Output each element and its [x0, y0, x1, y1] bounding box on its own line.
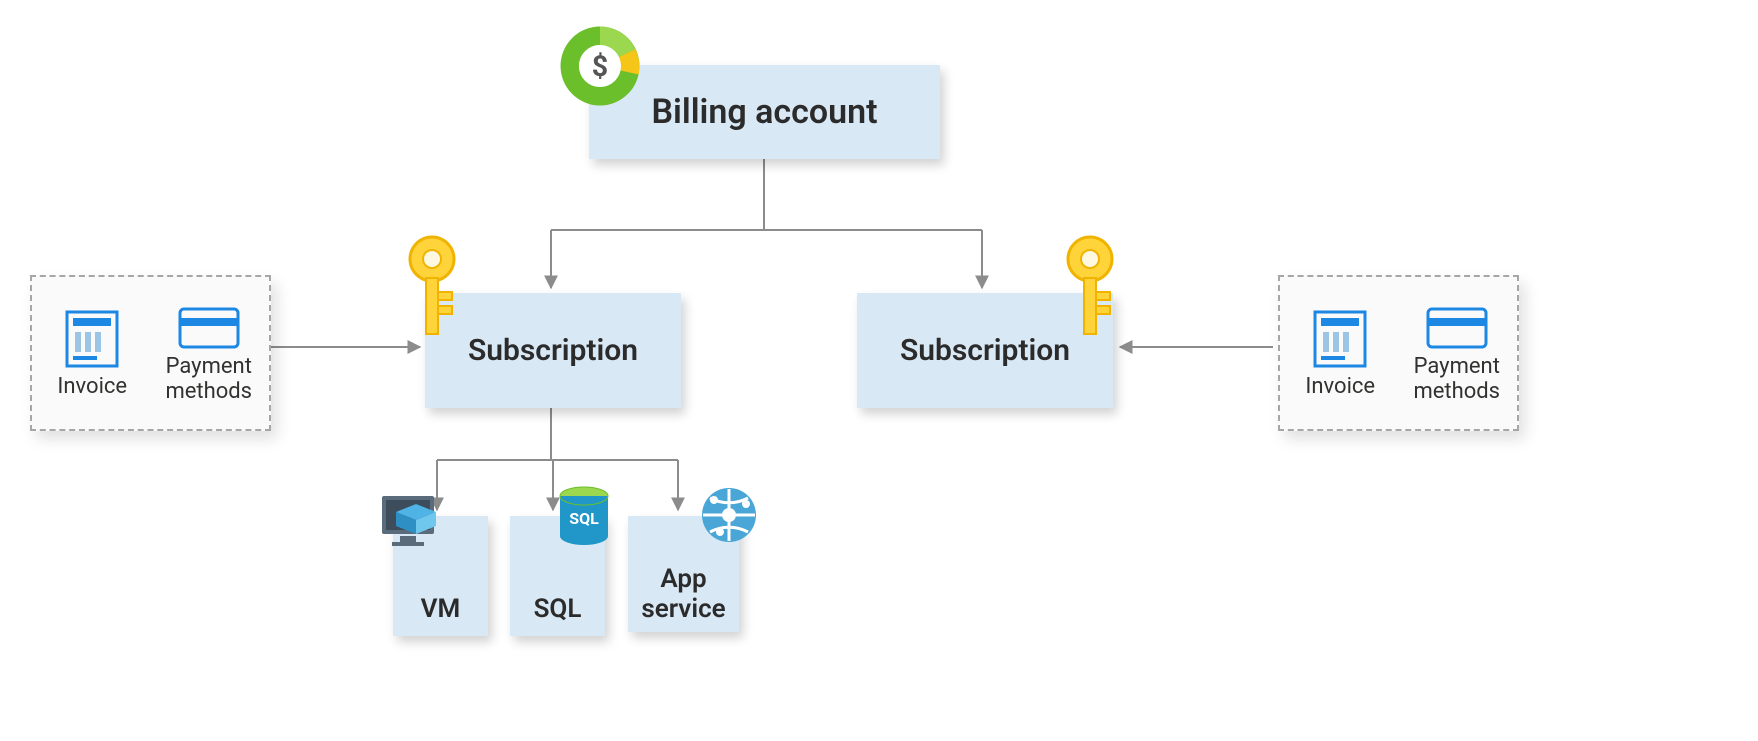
invoice-item-left: Invoice [45, 310, 140, 399]
credit-card-icon [177, 306, 241, 350]
payment-box-right: Invoice Payment methods [1278, 275, 1519, 431]
sql-tag-label: SQL [569, 509, 599, 528]
key-icon-2 [1060, 234, 1120, 344]
credit-card-icon [1425, 306, 1489, 350]
payment-item-right: Payment methods [1409, 306, 1504, 405]
sql-db-icon: SQL [556, 486, 612, 552]
dollar-label: $ [592, 50, 608, 83]
vm-icon [378, 494, 442, 550]
invoice-item-right: Invoice [1293, 310, 1388, 399]
invoice-icon [63, 310, 121, 370]
payment-box-left: Invoice Payment methods [30, 275, 271, 431]
invoice-label-left: Invoice [57, 374, 127, 399]
diagram-canvas: Billing account $ Subscription Subscript… [0, 0, 1758, 741]
app-service-icon [700, 486, 758, 544]
subscription-1-label: Subscription [468, 333, 638, 368]
billing-account-label: Billing account [651, 92, 877, 132]
subscription-2-label: Subscription [900, 333, 1070, 368]
vm-label: VM [421, 595, 461, 625]
payment-label-right: Payment methods [1413, 354, 1500, 405]
sql-label: SQL [534, 595, 582, 625]
invoice-icon [1311, 310, 1369, 370]
payment-item-left: Payment methods [161, 306, 256, 405]
payment-label-left: Payment methods [165, 354, 252, 405]
cost-donut-icon: $ [558, 24, 642, 108]
app-service-label: App service [641, 565, 725, 625]
key-icon-1 [402, 234, 462, 344]
invoice-label-right: Invoice [1305, 374, 1375, 399]
subscription-node-1: Subscription [425, 293, 681, 408]
